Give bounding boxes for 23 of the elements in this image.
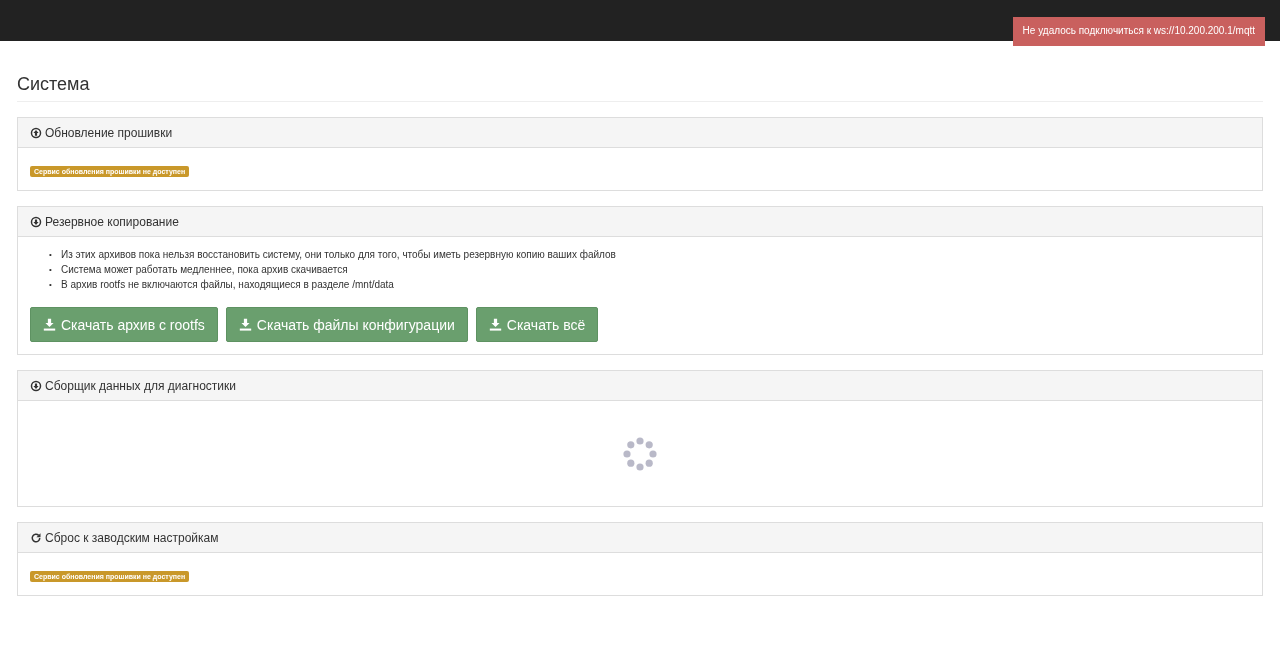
download-icon	[488, 318, 502, 331]
bullet: •	[49, 264, 53, 276]
panel-title: Обновление прошивки	[45, 125, 173, 140]
panel-title: Сброс к заводским настройкам	[45, 530, 219, 545]
page-title: Система	[17, 74, 1263, 102]
note-text: Из этих архивов пока нельзя восстановить систему, они только для того, чтобы иметь резервную копию ваших файлов	[61, 248, 616, 262]
bullet: •	[49, 249, 53, 261]
upload-circle-icon	[30, 126, 42, 139]
download-circle-icon	[30, 215, 42, 228]
download-circle-icon	[30, 379, 42, 392]
error-notification: Не удалось подключиться к ws://10.200.200.1/mqtt	[1012, 17, 1265, 46]
download-button[interactable]: Скачать архив с rootfs	[30, 307, 218, 342]
bullet: •	[49, 279, 53, 291]
refresh-icon	[30, 531, 42, 544]
panel-title: Сборщик данных для диагностики	[45, 378, 236, 393]
panel-title: Резервное копирование	[45, 214, 179, 229]
download-button[interactable]: Скачать файлы конфигурации	[225, 307, 468, 342]
download-icon	[43, 318, 56, 331]
loading-spinner-icon	[623, 436, 657, 471]
note-text: Система может работать медленнее, пока архив скачивается	[61, 263, 348, 277]
download-icon	[238, 318, 252, 331]
note-text: В архив rootfs не включаются файлы, находящиеся в разделе /mnt/data	[61, 278, 394, 292]
download-button[interactable]: Скачать всё	[475, 307, 599, 342]
